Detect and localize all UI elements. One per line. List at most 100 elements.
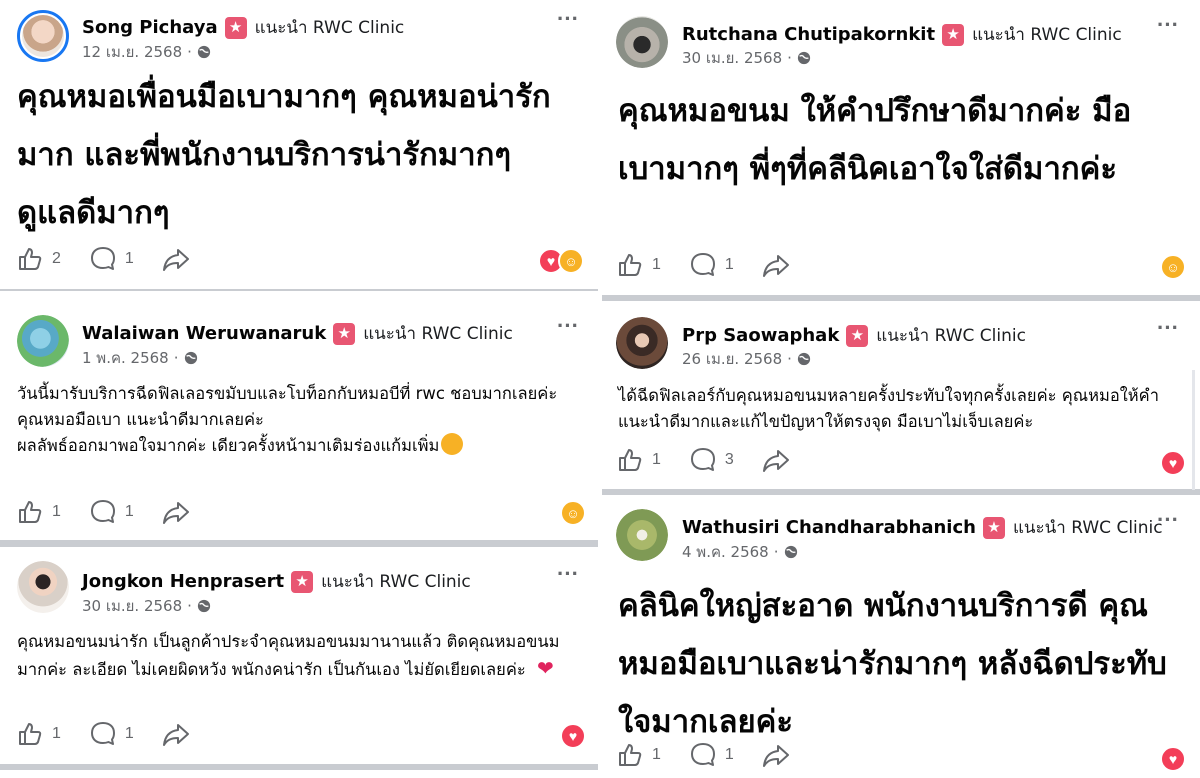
reactions[interactable]: ☺: [560, 500, 586, 526]
like-count: 1: [652, 256, 661, 273]
review-text: คุณหมอขนมน่ารัก เป็นลูกค้าประจำคุณหมอขนม…: [17, 629, 572, 683]
star-badge-icon: ★: [333, 322, 356, 345]
smiling-hearts-emoji-icon: [441, 433, 464, 455]
recommend-label[interactable]: แนะนำ RWC Clinic: [1013, 514, 1163, 541]
like-button[interactable]: 2: [16, 245, 61, 273]
globe-icon: [197, 599, 211, 613]
author-name[interactable]: Prp Saowaphak: [682, 325, 839, 346]
author-name[interactable]: Jongkon Henprasert: [82, 571, 284, 592]
share-button[interactable]: [162, 498, 198, 526]
post-date[interactable]: 1 พ.ค. 2568: [82, 346, 169, 370]
post-date[interactable]: 26 เม.ย. 2568: [682, 347, 782, 371]
like-count: 2: [52, 250, 61, 267]
like-icon: [19, 248, 42, 270]
recommend-label[interactable]: แนะนำ RWC Clinic: [321, 568, 471, 595]
care-reaction-icon: ☺: [1160, 254, 1186, 280]
recommend-label[interactable]: แนะนำ RWC Clinic: [255, 14, 405, 41]
comment-count: 1: [124, 503, 134, 520]
author-name[interactable]: Song Pichaya: [82, 17, 218, 38]
reactions[interactable]: ☺: [1160, 254, 1186, 280]
like-icon: [619, 744, 642, 766]
avatar[interactable]: [616, 509, 668, 561]
comment-button[interactable]: 1: [89, 720, 134, 748]
share-button[interactable]: [162, 720, 198, 748]
review-post: Song Pichaya ★ แนะนำ RWC Clinic 12 เม.ย.…: [0, 0, 598, 289]
comment-count: 3: [724, 451, 734, 468]
globe-icon: [197, 45, 211, 59]
star-badge-icon: ★: [291, 570, 314, 593]
like-button[interactable]: 1: [616, 251, 661, 279]
recommend-label[interactable]: แนะนำ RWC Clinic: [876, 322, 1026, 349]
review-text: คุณหมอขนม ให้คำปรึกษาดีมากค่ะ มือเบามากๆ…: [618, 93, 1132, 187]
avatar[interactable]: [17, 315, 69, 367]
comment-button[interactable]: 1: [89, 498, 134, 526]
reactions[interactable]: ♥ ☺: [538, 248, 584, 274]
red-heart-emoji-icon: ❤: [537, 656, 554, 680]
author-name[interactable]: Wathusiri Chandharabhanich: [682, 517, 976, 538]
love-reaction-icon: ♥: [1160, 746, 1186, 772]
care-reaction-icon: ☺: [560, 500, 586, 526]
globe-icon: [797, 352, 811, 366]
more-icon[interactable]: ···: [1157, 315, 1179, 341]
reactions[interactable]: ♥: [560, 723, 586, 749]
share-button[interactable]: [762, 446, 798, 474]
like-icon: [619, 254, 642, 276]
post-date[interactable]: 4 พ.ค. 2568: [682, 540, 769, 564]
review-line: ผลลัพธ์ออกมาพอใจมากค่ะ เดียวครั้งหน้ามาเ…: [17, 436, 440, 455]
like-button[interactable]: 1: [16, 720, 61, 748]
post-date[interactable]: 30 เม.ย. 2568: [82, 594, 182, 618]
share-icon: [162, 502, 189, 524]
avatar[interactable]: [616, 317, 668, 369]
like-button[interactable]: 1: [616, 446, 661, 474]
share-button[interactable]: [762, 741, 798, 769]
like-icon: [19, 501, 42, 523]
like-button[interactable]: 1: [616, 741, 661, 769]
more-icon[interactable]: ···: [557, 6, 579, 32]
star-badge-icon: ★: [942, 23, 965, 46]
review-line: คุณหมอมือเบา แนะนำดีมากเลยค่ะ: [17, 410, 264, 429]
share-icon: [162, 724, 189, 746]
like-button[interactable]: 1: [16, 498, 61, 526]
reactions[interactable]: ♥: [1160, 450, 1186, 476]
comment-button[interactable]: 1: [89, 245, 134, 273]
avatar[interactable]: [616, 16, 668, 68]
avatar[interactable]: [17, 561, 69, 613]
review-text: ได้ฉีดฟิลเลอร์กับคุณหมอขนมหลายครั้งประทั…: [618, 386, 1159, 431]
reactions[interactable]: ♥: [1160, 746, 1186, 772]
divider: [1192, 370, 1195, 490]
recommend-label[interactable]: แนะนำ RWC Clinic: [363, 320, 513, 347]
share-button[interactable]: [762, 251, 798, 279]
comment-count: 1: [724, 256, 734, 273]
review-text: คลินิคใหญ่สะอาด พนักงานบริการดี คุณหมอมื…: [618, 588, 1167, 740]
globe-icon: [184, 351, 197, 365]
like-count: 1: [52, 503, 61, 520]
comment-button[interactable]: 1: [689, 251, 734, 279]
comment-icon: [690, 448, 715, 471]
comment-count: 1: [124, 725, 134, 742]
author-name[interactable]: Rutchana Chutipakornkit: [682, 24, 935, 45]
review-post: Jongkon Henprasert ★ แนะนำ RWC Clinic 30…: [0, 547, 598, 764]
love-reaction-icon: ♥: [1160, 450, 1186, 476]
more-icon[interactable]: ···: [557, 313, 579, 339]
care-reaction-icon: ☺: [558, 248, 584, 274]
review-post: Rutchana Chutipakornkit ★ แนะนำ RWC Clin…: [602, 0, 1200, 295]
avatar[interactable]: [17, 10, 69, 62]
more-icon[interactable]: ···: [1157, 12, 1179, 38]
like-icon: [19, 723, 42, 745]
post-date[interactable]: 30 เม.ย. 2568: [682, 46, 782, 70]
more-icon[interactable]: ···: [557, 561, 579, 587]
like-count: 1: [652, 451, 661, 468]
star-badge-icon: ★: [982, 516, 1005, 539]
star-badge-icon: ★: [846, 324, 869, 347]
globe-icon: [784, 545, 797, 559]
comment-button[interactable]: 3: [689, 446, 734, 474]
recommend-label[interactable]: แนะนำ RWC Clinic: [972, 21, 1122, 48]
share-button[interactable]: [162, 245, 198, 273]
post-date[interactable]: 12 เม.ย. 2568: [82, 40, 182, 64]
author-name[interactable]: Walaiwan Weruwanaruk: [82, 323, 326, 344]
comment-button[interactable]: 1: [689, 741, 734, 769]
like-count: 1: [652, 746, 661, 763]
divider: [0, 540, 598, 547]
review-post: Prp Saowaphak ★ แนะนำ RWC Clinic 26 เม.ย…: [602, 301, 1192, 489]
more-icon[interactable]: ···: [1157, 507, 1179, 533]
